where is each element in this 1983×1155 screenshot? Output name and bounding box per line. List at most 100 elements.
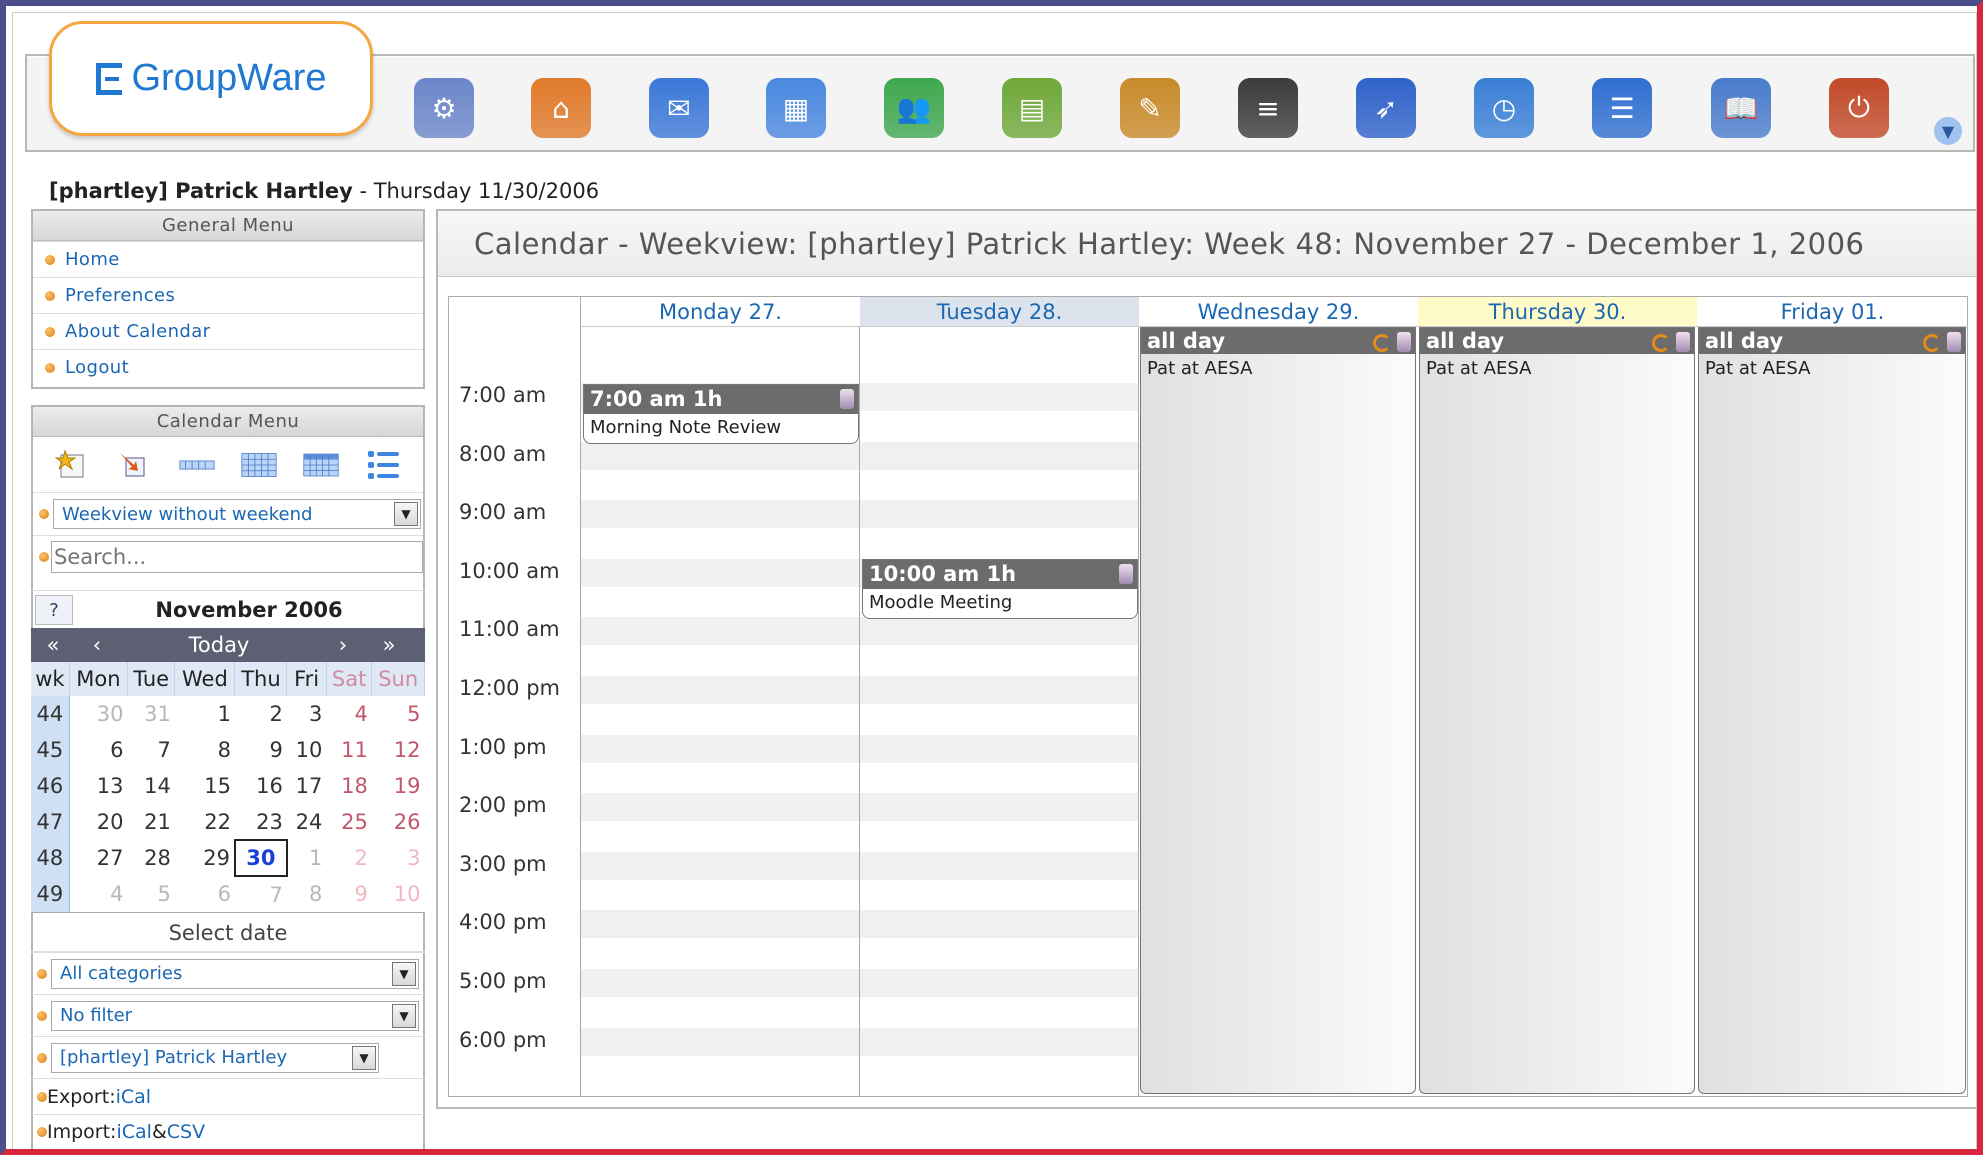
calendar-event[interactable]: 7:00 am 1h Morning Note Review bbox=[583, 384, 859, 444]
category-select[interactable]: All categories ▼ bbox=[51, 958, 419, 989]
time-slot[interactable] bbox=[860, 676, 1138, 704]
calendar-event[interactable]: 10:00 am 1h Moodle Meeting bbox=[862, 559, 1138, 619]
week-number[interactable]: 46 bbox=[31, 768, 70, 804]
time-slot[interactable] bbox=[860, 1027, 1138, 1056]
mini-calendar-day[interactable]: 19 bbox=[371, 768, 425, 804]
mini-calendar-day[interactable]: 9 bbox=[234, 732, 287, 768]
mini-calendar-day[interactable]: 30 bbox=[69, 696, 128, 732]
week-number[interactable]: 44 bbox=[31, 696, 70, 732]
mini-calendar-day[interactable]: 9 bbox=[326, 876, 372, 912]
time-slot[interactable] bbox=[860, 500, 1138, 529]
mini-calendar-day[interactable]: 28 bbox=[127, 840, 175, 876]
mini-calendar-day[interactable]: 21 bbox=[127, 804, 175, 840]
mini-calendar-day[interactable]: 11 bbox=[326, 732, 372, 768]
mini-calendar-day[interactable]: 6 bbox=[69, 732, 128, 768]
mini-calendar-day[interactable]: 24 bbox=[286, 804, 327, 840]
mini-calendar-day[interactable]: 29 bbox=[174, 840, 235, 876]
month-view-icon[interactable] bbox=[303, 449, 340, 481]
mini-calendar-day[interactable]: 2 bbox=[326, 840, 372, 876]
mini-calendar-day[interactable]: 10 bbox=[286, 732, 327, 768]
next-month-button[interactable]: › bbox=[319, 633, 367, 657]
mini-calendar-day[interactable]: 2 bbox=[234, 696, 287, 732]
day-header[interactable]: Monday 27. bbox=[581, 297, 860, 327]
time-slot[interactable] bbox=[581, 500, 859, 529]
mail-app-button[interactable]: ✉ bbox=[646, 73, 712, 143]
search-input[interactable] bbox=[51, 540, 423, 573]
scroll-down-icon[interactable]: ▼ bbox=[1934, 117, 1962, 145]
time-slot[interactable] bbox=[581, 793, 859, 822]
time-slot[interactable] bbox=[581, 441, 859, 470]
mini-calendar-day[interactable]: 15 bbox=[174, 768, 235, 804]
day-view-icon[interactable] bbox=[179, 449, 215, 481]
time-slot[interactable] bbox=[860, 793, 1138, 822]
view-select[interactable]: Weekview without weekend ▼ bbox=[53, 499, 421, 529]
time-slot[interactable] bbox=[581, 910, 859, 939]
mini-calendar-day[interactable]: 13 bbox=[69, 768, 128, 804]
mini-calendar-day[interactable]: 22 bbox=[174, 804, 235, 840]
mini-calendar-day[interactable]: 4 bbox=[326, 696, 372, 732]
mini-calendar-day[interactable]: 6 bbox=[174, 876, 235, 912]
export-ical-link[interactable]: iCal bbox=[116, 1086, 151, 1108]
mini-calendar-day[interactable]: 26 bbox=[371, 804, 425, 840]
week-number[interactable]: 45 bbox=[31, 732, 70, 768]
admin-app-button[interactable]: ⚙ bbox=[411, 73, 477, 143]
time-slot[interactable] bbox=[860, 383, 1138, 411]
mini-calendar-day[interactable]: 17 bbox=[286, 768, 327, 804]
mini-calendar-day[interactable]: 1 bbox=[286, 840, 327, 876]
time-slot[interactable] bbox=[860, 910, 1138, 939]
today-view-icon[interactable] bbox=[116, 449, 152, 481]
mini-calendar-day[interactable]: 20 bbox=[69, 804, 128, 840]
menu-item-preferences[interactable]: Preferences bbox=[33, 277, 423, 313]
browser-app-button[interactable]: ➶ bbox=[1353, 73, 1419, 143]
prev-year-button[interactable]: « bbox=[31, 633, 75, 657]
day-header[interactable]: Tuesday 28. bbox=[860, 297, 1139, 327]
mini-calendar-day[interactable]: 4 bbox=[69, 876, 128, 912]
mini-calendar-day[interactable]: 23 bbox=[234, 804, 287, 840]
owner-select[interactable]: [phartley] Patrick Hartley ▼ bbox=[51, 1042, 379, 1073]
time-slot[interactable] bbox=[581, 676, 859, 704]
mini-calendar-day[interactable]: 7 bbox=[127, 732, 175, 768]
time-slot[interactable] bbox=[860, 734, 1138, 763]
today-button[interactable]: Today bbox=[119, 633, 319, 657]
menu-item-about-calendar[interactable]: About Calendar bbox=[33, 313, 423, 349]
list-view-icon[interactable] bbox=[366, 449, 402, 481]
infolog-app-button[interactable]: ✎ bbox=[1117, 73, 1183, 143]
import-csv-link[interactable]: CSV bbox=[167, 1121, 205, 1143]
time-slot[interactable] bbox=[860, 851, 1138, 880]
time-slot[interactable] bbox=[581, 617, 859, 646]
mini-calendar-day[interactable]: 1 bbox=[174, 696, 235, 732]
mini-calendar-day[interactable]: 12 bbox=[371, 732, 425, 768]
menu-item-logout[interactable]: Logout bbox=[33, 349, 423, 385]
logout-app-button[interactable]: ⏻ bbox=[1826, 73, 1892, 143]
mini-calendar-day[interactable]: 14 bbox=[127, 768, 175, 804]
week-number[interactable]: 49 bbox=[31, 876, 70, 912]
prev-month-button[interactable]: ‹ bbox=[75, 633, 119, 657]
mini-calendar-day[interactable]: 5 bbox=[371, 696, 425, 732]
day-header[interactable]: Friday 01. bbox=[1697, 297, 1968, 327]
allday-event[interactable]: all day Pat at AESA bbox=[1140, 327, 1416, 1094]
day-header[interactable]: Thursday 30. bbox=[1418, 297, 1697, 327]
allday-event[interactable]: all day Pat at AESA bbox=[1419, 327, 1695, 1094]
help-button[interactable]: ? bbox=[35, 594, 73, 625]
time-slot[interactable] bbox=[581, 851, 859, 880]
mini-calendar-day[interactable]: 16 bbox=[234, 768, 287, 804]
mini-calendar-day[interactable]: 7 bbox=[234, 876, 287, 912]
time-slot[interactable] bbox=[581, 734, 859, 763]
menu-item-home[interactable]: Home bbox=[33, 241, 423, 277]
week-number[interactable]: 48 bbox=[31, 840, 70, 876]
timesheet-app-button[interactable]: ◷ bbox=[1471, 73, 1537, 143]
groupware-logo[interactable]: GroupWare bbox=[49, 21, 373, 136]
addressbook-app-button[interactable]: 👥 bbox=[881, 73, 947, 143]
mini-calendar-day[interactable]: 5 bbox=[127, 876, 175, 912]
mini-calendar-today[interactable]: 30 bbox=[233, 839, 288, 877]
next-year-button[interactable]: » bbox=[367, 633, 411, 657]
mini-calendar-day[interactable]: 18 bbox=[326, 768, 372, 804]
time-slot[interactable] bbox=[581, 558, 859, 587]
tracker-app-button[interactable]: ☰ bbox=[1589, 73, 1655, 143]
mini-calendar-day[interactable]: 3 bbox=[286, 696, 327, 732]
manual-app-button[interactable]: 📖 bbox=[1708, 73, 1774, 143]
week-view-icon[interactable] bbox=[241, 449, 277, 481]
week-number[interactable]: 47 bbox=[31, 804, 70, 840]
mini-calendar-day[interactable]: 27 bbox=[69, 840, 128, 876]
filemanager-app-button[interactable]: ▤ bbox=[999, 73, 1065, 143]
